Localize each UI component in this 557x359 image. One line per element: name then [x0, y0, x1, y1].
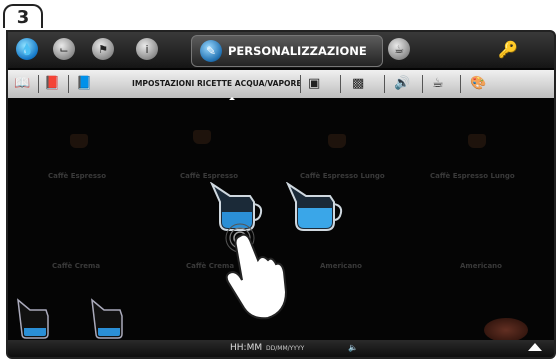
recipe-label: Caffè Crema [52, 262, 101, 270]
recipe-label: Caffè Espresso Lungo [300, 172, 385, 180]
recipe-label: Americano [320, 262, 362, 270]
recipe-label: Caffè Espresso [48, 172, 107, 180]
frame-icon[interactable]: ▩ [352, 75, 364, 93]
cup-icon[interactable]: ☕ [432, 75, 444, 93]
recipe-label: Americano [460, 262, 502, 270]
book-icon[interactable]: 📕 [44, 75, 60, 93]
top-navigation-bar: 💧 ⌙ ⚑ i ✎ PERSONALIZZAZIONE ☕ 🔑 [8, 32, 554, 68]
brush-icon: ✎ [200, 40, 222, 62]
date-readout: DD/MM/YYYY [266, 345, 305, 352]
recipe-label: Caffè Espresso [180, 172, 239, 180]
book-icon[interactable]: 📖 [14, 75, 30, 93]
water-drop-icon[interactable]: 💧 [16, 38, 38, 60]
tab-personalizzazione-label: PERSONALIZZAZIONE [228, 44, 367, 58]
coffee-cup-icon [193, 130, 211, 144]
coffee-cup-icon [484, 318, 528, 342]
coffee-cup-icon [70, 134, 88, 148]
key-icon[interactable]: 🔑 [498, 40, 518, 59]
separator [68, 75, 69, 93]
person-cup-icon[interactable]: ☕ [388, 38, 410, 60]
separator [38, 75, 39, 93]
recipe-grid: Caffè Espresso Caffè Espresso Caffè Espr… [8, 100, 554, 342]
scroll-up-arrow-icon[interactable] [528, 343, 542, 351]
clock-readout: HH:MM [230, 343, 263, 353]
coffee-cup-icon [468, 134, 486, 148]
settings-subbar: 📖 📕 📘 IMPOSTAZIONI RICETTE ACQUA/VAPORE … [8, 70, 554, 98]
machine-display: 💧 ⌙ ⚑ i ✎ PERSONALIZZAZIONE ☕ 🔑 📖 📕 📘 IM… [6, 30, 556, 359]
tab-personalizzazione[interactable]: ✎ PERSONALIZZAZIONE [191, 35, 383, 67]
separator [384, 75, 385, 93]
clock-icon[interactable]: ⌙ [53, 38, 75, 60]
jug-icon [17, 298, 49, 339]
volume-icon: 🔈 [348, 343, 358, 352]
recipe-settings-label[interactable]: IMPOSTAZIONI RICETTE ACQUA/VAPORE [132, 79, 302, 88]
palette-icon[interactable]: 🎨 [470, 75, 486, 93]
flag-icon[interactable]: ⚑ [92, 38, 114, 60]
status-footer: HH:MM DD/MM/YYYY 🔈 [8, 340, 554, 357]
coffee-cup-icon [328, 134, 346, 148]
recipe-label: Caffè Espresso Lungo [430, 172, 515, 180]
separator [300, 75, 301, 93]
image-icon[interactable]: ▣ [308, 75, 320, 93]
info-icon[interactable]: i [136, 38, 158, 60]
separator [422, 75, 423, 93]
jug-icon [91, 298, 123, 339]
step-number-badge: 3 [3, 4, 43, 28]
tap-hand-icon [225, 223, 288, 320]
book-icon[interactable]: 📘 [76, 75, 92, 93]
separator [340, 75, 341, 93]
separator [460, 75, 461, 93]
speaker-icon[interactable]: 🔊 [394, 75, 410, 93]
